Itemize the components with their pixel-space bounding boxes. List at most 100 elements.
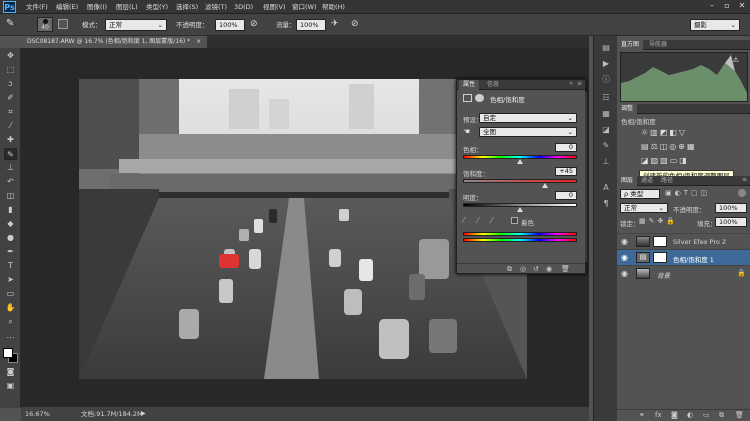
- properties-icon[interactable]: ☷: [598, 92, 614, 104]
- tab-properties[interactable]: 属性: [459, 80, 480, 90]
- layer-row[interactable]: ◉ 背景 🔒: [617, 265, 750, 281]
- preset-select[interactable]: 自定 ⌄: [479, 113, 577, 123]
- menu-window[interactable]: 窗口(W): [292, 0, 317, 14]
- menu-filter[interactable]: 滤镜(T): [205, 0, 227, 14]
- size-pressure-icon[interactable]: ⊘: [351, 19, 359, 29]
- reset-icon[interactable]: ↺: [533, 265, 539, 273]
- layer-opacity-input[interactable]: 100%: [715, 203, 747, 213]
- paragraph-icon[interactable]: ¶: [598, 198, 614, 210]
- more-tools-icon[interactable]: …: [4, 330, 17, 342]
- dodge-tool-icon[interactable]: ●: [4, 232, 17, 244]
- menu-select[interactable]: 选择(S): [176, 0, 198, 14]
- new-adjustment-icon[interactable]: ◐: [687, 411, 693, 419]
- clone-source-icon[interactable]: ⊥: [598, 156, 614, 168]
- tab-channels[interactable]: 通道: [637, 176, 657, 186]
- flow-input[interactable]: 100%: [296, 19, 326, 31]
- filter-shape-icon[interactable]: ▢: [691, 189, 701, 197]
- restore-button[interactable]: ▫: [721, 0, 733, 12]
- tab-histogram[interactable]: 直方图: [617, 40, 644, 50]
- add-mask-icon[interactable]: ◙: [671, 411, 678, 419]
- filter-type-icon[interactable]: T: [684, 189, 691, 197]
- hue-saturation-icon[interactable]: ▤: [641, 142, 651, 151]
- minimize-button[interactable]: –: [706, 0, 718, 12]
- eyedropper-tool-icon[interactable]: ⁄: [4, 120, 17, 132]
- tab-paths[interactable]: 路径: [657, 176, 677, 186]
- quick-mask-icon[interactable]: ◙: [4, 366, 17, 378]
- tab-navigator[interactable]: 导航器: [645, 40, 671, 50]
- threshold-icon[interactable]: ▧: [660, 156, 670, 165]
- path-select-tool-icon[interactable]: ➤: [4, 274, 17, 286]
- menu-type[interactable]: 类型(Y): [146, 0, 168, 14]
- eyedropper-subtract-icon[interactable]: ⁄: [491, 216, 492, 225]
- tab-layers[interactable]: 图层: [617, 176, 638, 186]
- zoom-level[interactable]: 16.67%: [25, 407, 50, 421]
- warning-icon[interactable]: ⚠: [733, 56, 739, 64]
- zoom-tool-icon[interactable]: ⌕: [4, 316, 17, 328]
- layer-name[interactable]: Silver Efex Pro 2: [673, 238, 726, 246]
- character-icon[interactable]: A: [598, 182, 614, 194]
- trash-icon[interactable]: 🗑: [735, 411, 744, 419]
- selective-color-icon[interactable]: ◨: [679, 156, 689, 165]
- document-tab[interactable]: DSC08187.ARW @ 16.7% (色相/饱和度 1, 图层蒙版/16)…: [21, 36, 208, 48]
- color-lookup-icon[interactable]: ▦: [687, 142, 697, 151]
- shape-tool-icon[interactable]: ▭: [4, 288, 17, 300]
- channel-mixer-icon[interactable]: ⊕: [678, 142, 687, 151]
- layer-row[interactable]: ◉ Silver Efex Pro 2: [617, 233, 750, 249]
- blur-tool-icon[interactable]: ◆: [4, 218, 17, 230]
- close-window-button[interactable]: ✕: [736, 0, 748, 12]
- saturation-input[interactable]: +45: [555, 167, 577, 176]
- type-tool-icon[interactable]: T: [4, 260, 17, 272]
- gradient-tool-icon[interactable]: ▮: [4, 204, 17, 216]
- tab-adjustments[interactable]: 调整: [617, 104, 638, 114]
- filter-adjustment-icon[interactable]: ◐: [675, 189, 684, 197]
- panel-menu-icon[interactable]: ≡: [577, 80, 582, 87]
- link-layers-icon[interactable]: ⚭: [639, 411, 645, 419]
- trash-icon[interactable]: 🗑: [561, 265, 570, 273]
- layer-mask-thumbnail[interactable]: [653, 236, 667, 247]
- crop-tool-icon[interactable]: ⌗: [4, 106, 17, 118]
- eye-icon[interactable]: ◉: [621, 253, 628, 262]
- workspace-select[interactable]: 摄影 ⌄: [690, 19, 740, 31]
- properties-scrollbar[interactable]: [585, 92, 587, 262]
- invert-icon[interactable]: ◪: [641, 156, 651, 165]
- on-image-adjust-icon[interactable]: ☚: [463, 127, 470, 136]
- blend-mode-select[interactable]: 正常 ⌄: [620, 203, 668, 213]
- layer-style-icon[interactable]: fx: [655, 411, 662, 419]
- collapse-icon[interactable]: »: [569, 80, 573, 87]
- menu-layer[interactable]: 图层(L): [116, 0, 138, 14]
- status-arrow-icon[interactable]: ▶: [141, 407, 146, 421]
- brush-preset-picker[interactable]: 40: [37, 17, 53, 32]
- lock-transparent-icon[interactable]: ▦: [639, 217, 649, 225]
- new-group-icon[interactable]: ▭: [703, 411, 710, 419]
- quick-select-tool-icon[interactable]: ✐: [4, 92, 17, 104]
- mask-icon[interactable]: [475, 94, 484, 102]
- color-balance-icon[interactable]: ⚖: [651, 142, 660, 151]
- clone-stamp-tool-icon[interactable]: ⊥: [4, 162, 17, 174]
- layer-name[interactable]: 背景: [657, 270, 670, 280]
- lasso-tool-icon[interactable]: ↄ: [4, 78, 17, 90]
- menu-file[interactable]: 文件(F): [26, 0, 48, 14]
- colorize-checkbox[interactable]: [511, 217, 518, 224]
- swatches-icon[interactable]: ▦: [598, 108, 614, 120]
- marquee-tool-icon[interactable]: ⬚: [4, 64, 17, 76]
- lightness-slider-thumb[interactable]: [517, 207, 523, 212]
- layer-mask-thumbnail[interactable]: [653, 252, 667, 263]
- eye-icon[interactable]: ◉: [621, 237, 628, 246]
- hand-tool-icon[interactable]: ✋: [4, 302, 17, 314]
- exposure-icon[interactable]: ◧: [669, 128, 679, 137]
- pen-tool-icon[interactable]: ✒: [4, 246, 17, 258]
- opacity-pressure-icon[interactable]: ⊘: [250, 19, 258, 29]
- move-tool-icon[interactable]: ✥: [4, 50, 17, 62]
- curves-icon[interactable]: ◩: [660, 128, 670, 137]
- photo-filter-icon[interactable]: ◎: [669, 142, 678, 151]
- brush-tool-icon[interactable]: ✎: [6, 18, 14, 29]
- vibrance-icon[interactable]: ▽: [679, 128, 687, 137]
- close-tab-icon[interactable]: ×: [196, 38, 201, 45]
- airbrush-icon[interactable]: ✈: [331, 19, 339, 29]
- channel-select[interactable]: 全图 ⌄: [479, 127, 577, 137]
- menu-3d[interactable]: 3D(D): [234, 0, 253, 14]
- eye-icon[interactable]: ◉: [621, 269, 628, 278]
- layer-filter-select[interactable]: ρ 类型: [620, 189, 660, 199]
- black-white-icon[interactable]: ◫: [660, 142, 670, 151]
- brush-tool-icon[interactable]: ✎: [4, 148, 17, 160]
